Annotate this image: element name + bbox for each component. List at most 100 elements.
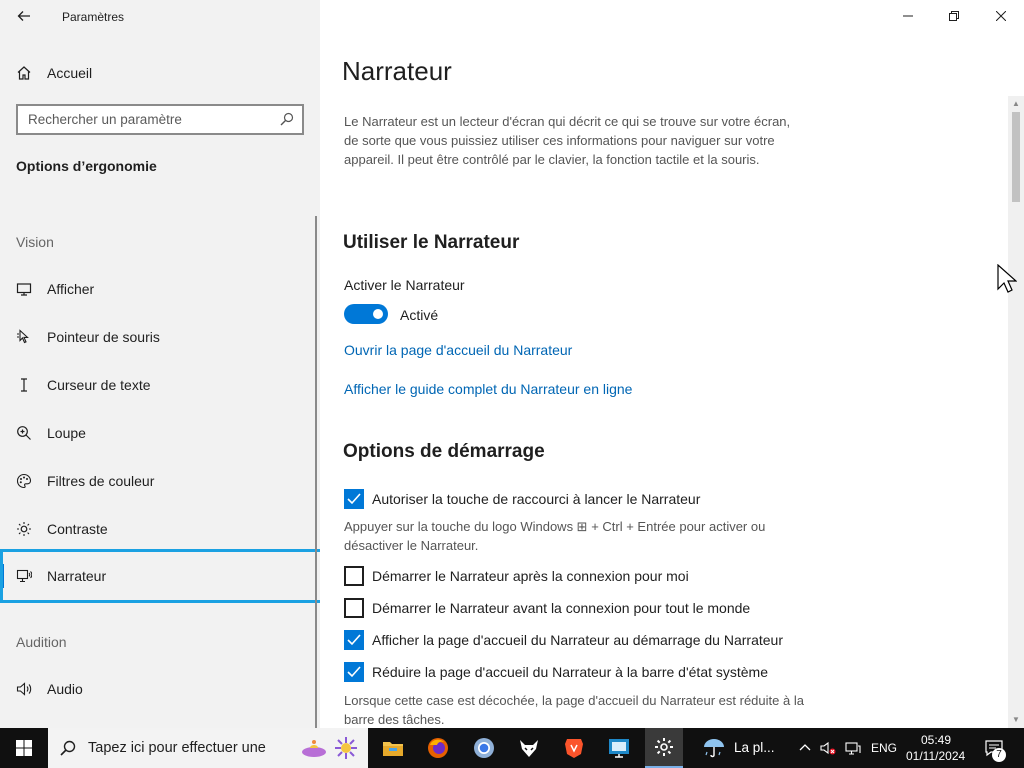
section-heading-startup: Options de démarrage xyxy=(343,441,545,462)
sidebar-item-display[interactable]: Afficher xyxy=(0,267,320,311)
option-show-home-checkbox-row[interactable]: Afficher la page d'accueil du Narrateur … xyxy=(344,630,783,650)
page-title: Narrateur xyxy=(342,56,452,86)
checkmark-icon xyxy=(347,634,361,646)
wolf-app-icon xyxy=(520,740,538,757)
checkbox-label: Démarrer le Narrateur après la connexion… xyxy=(372,568,689,584)
sidebar-item-contrast[interactable]: Contraste xyxy=(0,507,320,551)
option-minimize-tray-checkbox-row[interactable]: Réduire la page d'accueil du Narrateur à… xyxy=(344,662,768,682)
checkmark-icon xyxy=(347,666,361,678)
settings-search[interactable] xyxy=(16,104,304,135)
sidebar-item-label: Curseur de texte xyxy=(47,377,151,393)
checkbox[interactable] xyxy=(344,662,364,682)
toggle-knob xyxy=(373,309,383,319)
search-icon xyxy=(280,112,294,126)
group-label-audition: Audition xyxy=(16,634,67,650)
restore-icon xyxy=(949,11,959,21)
taskbar-remote-desktop[interactable] xyxy=(601,728,637,768)
option-after-login-checkbox-row[interactable]: Démarrer le Narrateur après la connexion… xyxy=(344,566,689,586)
sidebar: Paramètres Accueil Options d’ergonomie V… xyxy=(0,0,323,728)
checkbox-label: Démarrer le Narrateur avant la connexion… xyxy=(372,600,751,616)
firefox-icon xyxy=(428,738,448,758)
checkbox[interactable] xyxy=(344,630,364,650)
scroll-up-icon[interactable]: ▲ xyxy=(1008,96,1024,112)
taskbar-file-explorer[interactable] xyxy=(375,728,411,768)
narrator-home-link[interactable]: Ouvrir la page d'accueil du Narrateur xyxy=(344,342,572,358)
language-indicator[interactable]: ENG xyxy=(871,741,897,755)
sidebar-item-color-filters[interactable]: Filtres de couleur xyxy=(0,459,320,503)
search-input[interactable] xyxy=(18,106,268,133)
sidebar-item-magnifier[interactable]: Loupe xyxy=(0,411,320,455)
weather-text[interactable]: La pl... xyxy=(734,740,775,755)
minimize-button[interactable] xyxy=(885,0,931,32)
weather-icon xyxy=(704,739,724,758)
home-icon xyxy=(16,65,32,81)
remote-desktop-icon xyxy=(609,739,629,758)
sidebar-item-mouse-pointer[interactable]: Pointeur de souris xyxy=(0,315,320,359)
narrator-toggle[interactable] xyxy=(344,304,388,324)
checkbox[interactable] xyxy=(344,489,364,509)
option-shortcut-checkbox-row[interactable]: Autoriser la touche de raccourci à lance… xyxy=(344,489,700,509)
minimize-icon xyxy=(903,15,913,17)
arrow-left-icon xyxy=(17,11,30,21)
checkbox[interactable] xyxy=(344,598,364,618)
narrator-icon xyxy=(16,568,32,584)
checkmark-icon xyxy=(347,493,361,505)
monitor-icon xyxy=(16,281,32,297)
section-heading-use: Utiliser le Narrateur xyxy=(343,232,520,253)
clock-date[interactable]: 01/11/2024 xyxy=(906,749,965,763)
taskbar-chrome[interactable] xyxy=(466,728,502,768)
settings-icon xyxy=(655,738,673,756)
page-description: Le Narrateur est un lecteur d'écran qui … xyxy=(344,114,791,167)
checkbox[interactable] xyxy=(344,566,364,586)
back-button[interactable] xyxy=(12,4,36,28)
action-center-button[interactable]: 7 xyxy=(978,728,1010,768)
app-title: Paramètres xyxy=(62,10,125,24)
taskbar-wolf-app[interactable] xyxy=(511,728,547,768)
close-icon xyxy=(996,11,1006,21)
contrast-icon xyxy=(16,521,32,537)
maximize-button[interactable] xyxy=(931,0,977,32)
sidebar-item-audio[interactable]: Audio xyxy=(0,667,320,711)
sidebar-item-label: Loupe xyxy=(47,425,86,441)
taskbar-settings[interactable] xyxy=(645,728,683,768)
sidebar-item-label: Pointeur de souris xyxy=(47,329,160,345)
sidebar-item-text-cursor[interactable]: Curseur de texte xyxy=(0,363,320,407)
option-before-login-checkbox-row[interactable]: Démarrer le Narrateur avant la connexion… xyxy=(344,598,750,618)
minimize-hint: Lorsque cette case est décochée, la page… xyxy=(344,693,804,727)
main-content: Narrateur Le Narrateur est un lecteur d'… xyxy=(320,0,1024,728)
sidebar-item-home[interactable]: Accueil xyxy=(0,51,320,95)
sidebar-item-label: Narrateur xyxy=(47,568,107,584)
network-icon[interactable] xyxy=(845,740,861,756)
volume-muted-icon[interactable] xyxy=(820,740,836,756)
chevron-up-icon[interactable] xyxy=(797,740,813,756)
sidebar-item-label: Audio xyxy=(47,681,83,697)
scroll-down-icon[interactable]: ▼ xyxy=(1008,712,1024,728)
group-label-vision: Vision xyxy=(16,234,54,250)
search-icon xyxy=(60,740,76,756)
sidebar-item-label: Afficher xyxy=(47,281,95,297)
taskbar-search[interactable]: Tapez ici pour effectuer une xyxy=(48,728,368,768)
close-button[interactable] xyxy=(978,0,1024,32)
titlebar-left: Paramètres xyxy=(0,0,320,32)
mouse-cursor-icon xyxy=(997,264,1017,293)
shortcut-hint: Appuyer sur la touche du logo Windows ⊞ … xyxy=(344,519,766,553)
mouse-pointer-icon xyxy=(16,329,32,345)
taskbar: Tapez ici pour effectuer une La pl... EN… xyxy=(0,728,1024,768)
speaker-icon xyxy=(16,681,32,697)
narrator-guide-link[interactable]: Afficher le guide complet du Narrateur e… xyxy=(344,381,632,397)
brave-icon xyxy=(565,739,583,758)
taskbar-search-placeholder: Tapez ici pour effectuer une xyxy=(88,740,266,756)
taskbar-brave[interactable] xyxy=(556,728,592,768)
scroll-thumb[interactable] xyxy=(1012,112,1020,202)
chrome-icon xyxy=(474,738,494,758)
toggle-state-label: Activé xyxy=(400,307,439,323)
start-button[interactable] xyxy=(0,728,48,768)
sidebar-scrollbar[interactable] xyxy=(315,216,317,728)
taskbar-firefox[interactable] xyxy=(420,728,456,768)
sidebar-item-narrator[interactable]: Narrateur xyxy=(0,549,323,603)
sidebar-item-label: Accueil xyxy=(47,65,93,81)
main-scrollbar[interactable]: ▲ ▼ xyxy=(1008,96,1024,728)
clock-time[interactable]: 05:49 xyxy=(921,733,951,747)
file-explorer-icon xyxy=(383,742,403,756)
search-highlight-icon xyxy=(300,736,360,760)
